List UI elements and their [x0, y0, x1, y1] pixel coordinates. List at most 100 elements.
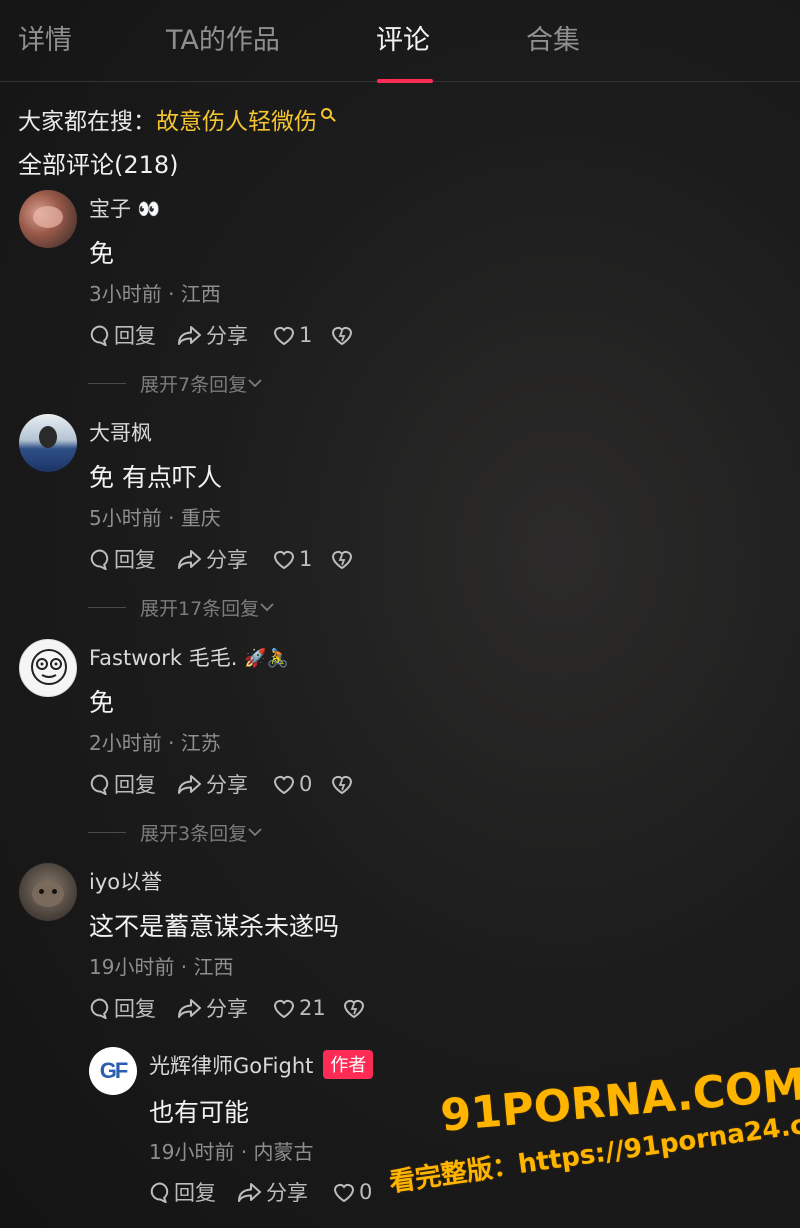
reply-text: 也有可能	[149, 1098, 250, 1127]
share-label: 分享	[206, 997, 248, 1021]
author-emoji: 👀	[137, 199, 161, 220]
share-button[interactable]: 分享	[177, 769, 248, 799]
chevron-down-icon	[260, 603, 274, 612]
comment-author[interactable]: 大哥枫	[89, 417, 152, 447]
like-count: 0	[299, 772, 313, 796]
comment-actions: 回复 分享 1	[89, 544, 389, 574]
search-suggestion: 大家都在搜：故意伤人轻微伤	[18, 102, 332, 136]
comment-bubble-icon	[90, 549, 109, 570]
reply-button[interactable]: 回复	[149, 1177, 216, 1207]
chevron-down-icon	[248, 828, 262, 837]
expand-replies-button[interactable]: 展开7条回复	[88, 370, 263, 396]
reply-button[interactable]: 回复	[89, 993, 156, 1023]
comment-bubble-icon	[90, 774, 109, 795]
avatar[interactable]: GF	[89, 1047, 137, 1095]
comment-meta: 2小时前 · 江苏	[89, 731, 221, 755]
avatar[interactable]	[19, 414, 77, 472]
reply-label: 回复	[114, 548, 156, 572]
share-arrow-icon	[238, 1183, 261, 1202]
like-button[interactable]: 0	[332, 1177, 372, 1207]
avatar[interactable]	[19, 190, 77, 248]
heart-icon	[273, 326, 295, 346]
reply-meta: 19小时前 · 内蒙古	[149, 1140, 314, 1164]
avatar-logo-text: GF	[99, 1058, 129, 1083]
watermark: 91PORNA.COM 看完整版：https://91porna24.com	[385, 1059, 800, 1215]
expand-replies-button[interactable]: 展开17条回复	[88, 594, 275, 620]
reply-button[interactable]: 回复	[89, 769, 156, 799]
heart-icon	[273, 775, 295, 795]
like-button[interactable]: 0	[272, 769, 312, 799]
share-arrow-icon	[178, 775, 201, 794]
watermark-line-2: 看完整版：https://91porna24.com	[387, 1103, 800, 1199]
reply-label: 回复	[114, 997, 156, 1021]
search-term-link[interactable]: 故意伤人轻微伤	[156, 109, 317, 135]
divider	[88, 382, 126, 384]
search-prefix: 大家都在搜：	[18, 109, 156, 135]
comments-total: 全部评论(218)	[18, 151, 179, 179]
dislike-button[interactable]	[330, 320, 357, 350]
like-count: 1	[299, 323, 313, 347]
avatar-drawing	[31, 649, 67, 685]
reply-button[interactable]: 回复	[89, 544, 156, 574]
comment-author[interactable]: iyo以誉	[89, 866, 162, 896]
share-button[interactable]: 分享	[177, 544, 248, 574]
tab-works[interactable]: TA的作品	[166, 18, 280, 57]
broken-heart-icon	[331, 775, 353, 795]
like-button[interactable]: 21	[272, 993, 326, 1023]
reply-label: 回复	[114, 324, 156, 348]
heart-icon	[333, 1183, 355, 1203]
comment-text: 免	[89, 688, 115, 717]
like-count: 21	[299, 996, 326, 1020]
comment-meta: 5小时前 · 重庆	[89, 506, 221, 530]
heart-icon	[273, 999, 295, 1019]
comment-author[interactable]: Fastwork 毛毛. 🚀🚴	[89, 642, 289, 672]
tab-details[interactable]: 详情	[18, 18, 72, 57]
comment-bubble-icon	[90, 325, 109, 346]
share-arrow-icon	[178, 550, 201, 569]
reply-button[interactable]: 回复	[89, 320, 156, 350]
avatar[interactable]	[19, 863, 77, 921]
watermark-line-1: 91PORNA.COM	[438, 1059, 800, 1142]
share-button[interactable]: 分享	[237, 1177, 308, 1207]
expand-label: 展开7条回复	[140, 373, 248, 396]
author-emoji: 🚀🚴	[244, 648, 289, 669]
like-count: 0	[359, 1180, 373, 1204]
comment-actions: 回复 分享 1	[89, 320, 389, 350]
chevron-down-icon	[248, 379, 262, 388]
heart-icon	[273, 550, 295, 570]
share-label: 分享	[206, 324, 248, 348]
reply-actions: 回复 分享 0	[149, 1177, 389, 1207]
comment-actions: 回复 分享 0	[89, 769, 389, 799]
share-button[interactable]: 分享	[177, 993, 248, 1023]
share-button[interactable]: 分享	[177, 320, 248, 350]
like-button[interactable]: 1	[272, 320, 312, 350]
reply-author[interactable]: 光辉律师GoFight 作者	[149, 1050, 374, 1080]
avatar[interactable]	[19, 639, 77, 697]
tab-collection[interactable]: 合集	[526, 18, 580, 57]
comment-bubble-icon	[90, 998, 109, 1019]
share-arrow-icon	[178, 326, 201, 345]
dislike-button[interactable]	[330, 544, 357, 574]
expand-label: 展开3条回复	[140, 822, 248, 845]
divider	[88, 606, 126, 608]
dislike-button[interactable]	[342, 993, 369, 1023]
like-button[interactable]: 1	[272, 544, 312, 574]
expand-label: 展开17条回复	[140, 597, 260, 620]
tab-comments[interactable]: 评论	[376, 18, 430, 57]
divider	[88, 831, 126, 833]
reply-label: 回复	[114, 773, 156, 797]
like-count: 1	[299, 547, 313, 571]
active-tab-indicator	[377, 79, 433, 83]
comment-meta: 19小时前 · 江西	[89, 955, 234, 979]
share-label: 分享	[266, 1181, 308, 1205]
dislike-button[interactable]	[330, 769, 357, 799]
comment-actions: 回复 分享 21	[89, 993, 389, 1023]
expand-replies-button[interactable]: 展开3条回复	[88, 819, 263, 845]
broken-heart-icon	[331, 326, 353, 346]
share-label: 分享	[206, 548, 248, 572]
comment-meta: 3小时前 · 江西	[89, 282, 221, 306]
broken-heart-icon	[331, 550, 353, 570]
search-icon[interactable]	[321, 108, 332, 119]
comment-author[interactable]: 宝子 👀	[89, 193, 160, 223]
reply-label: 回复	[174, 1181, 216, 1205]
